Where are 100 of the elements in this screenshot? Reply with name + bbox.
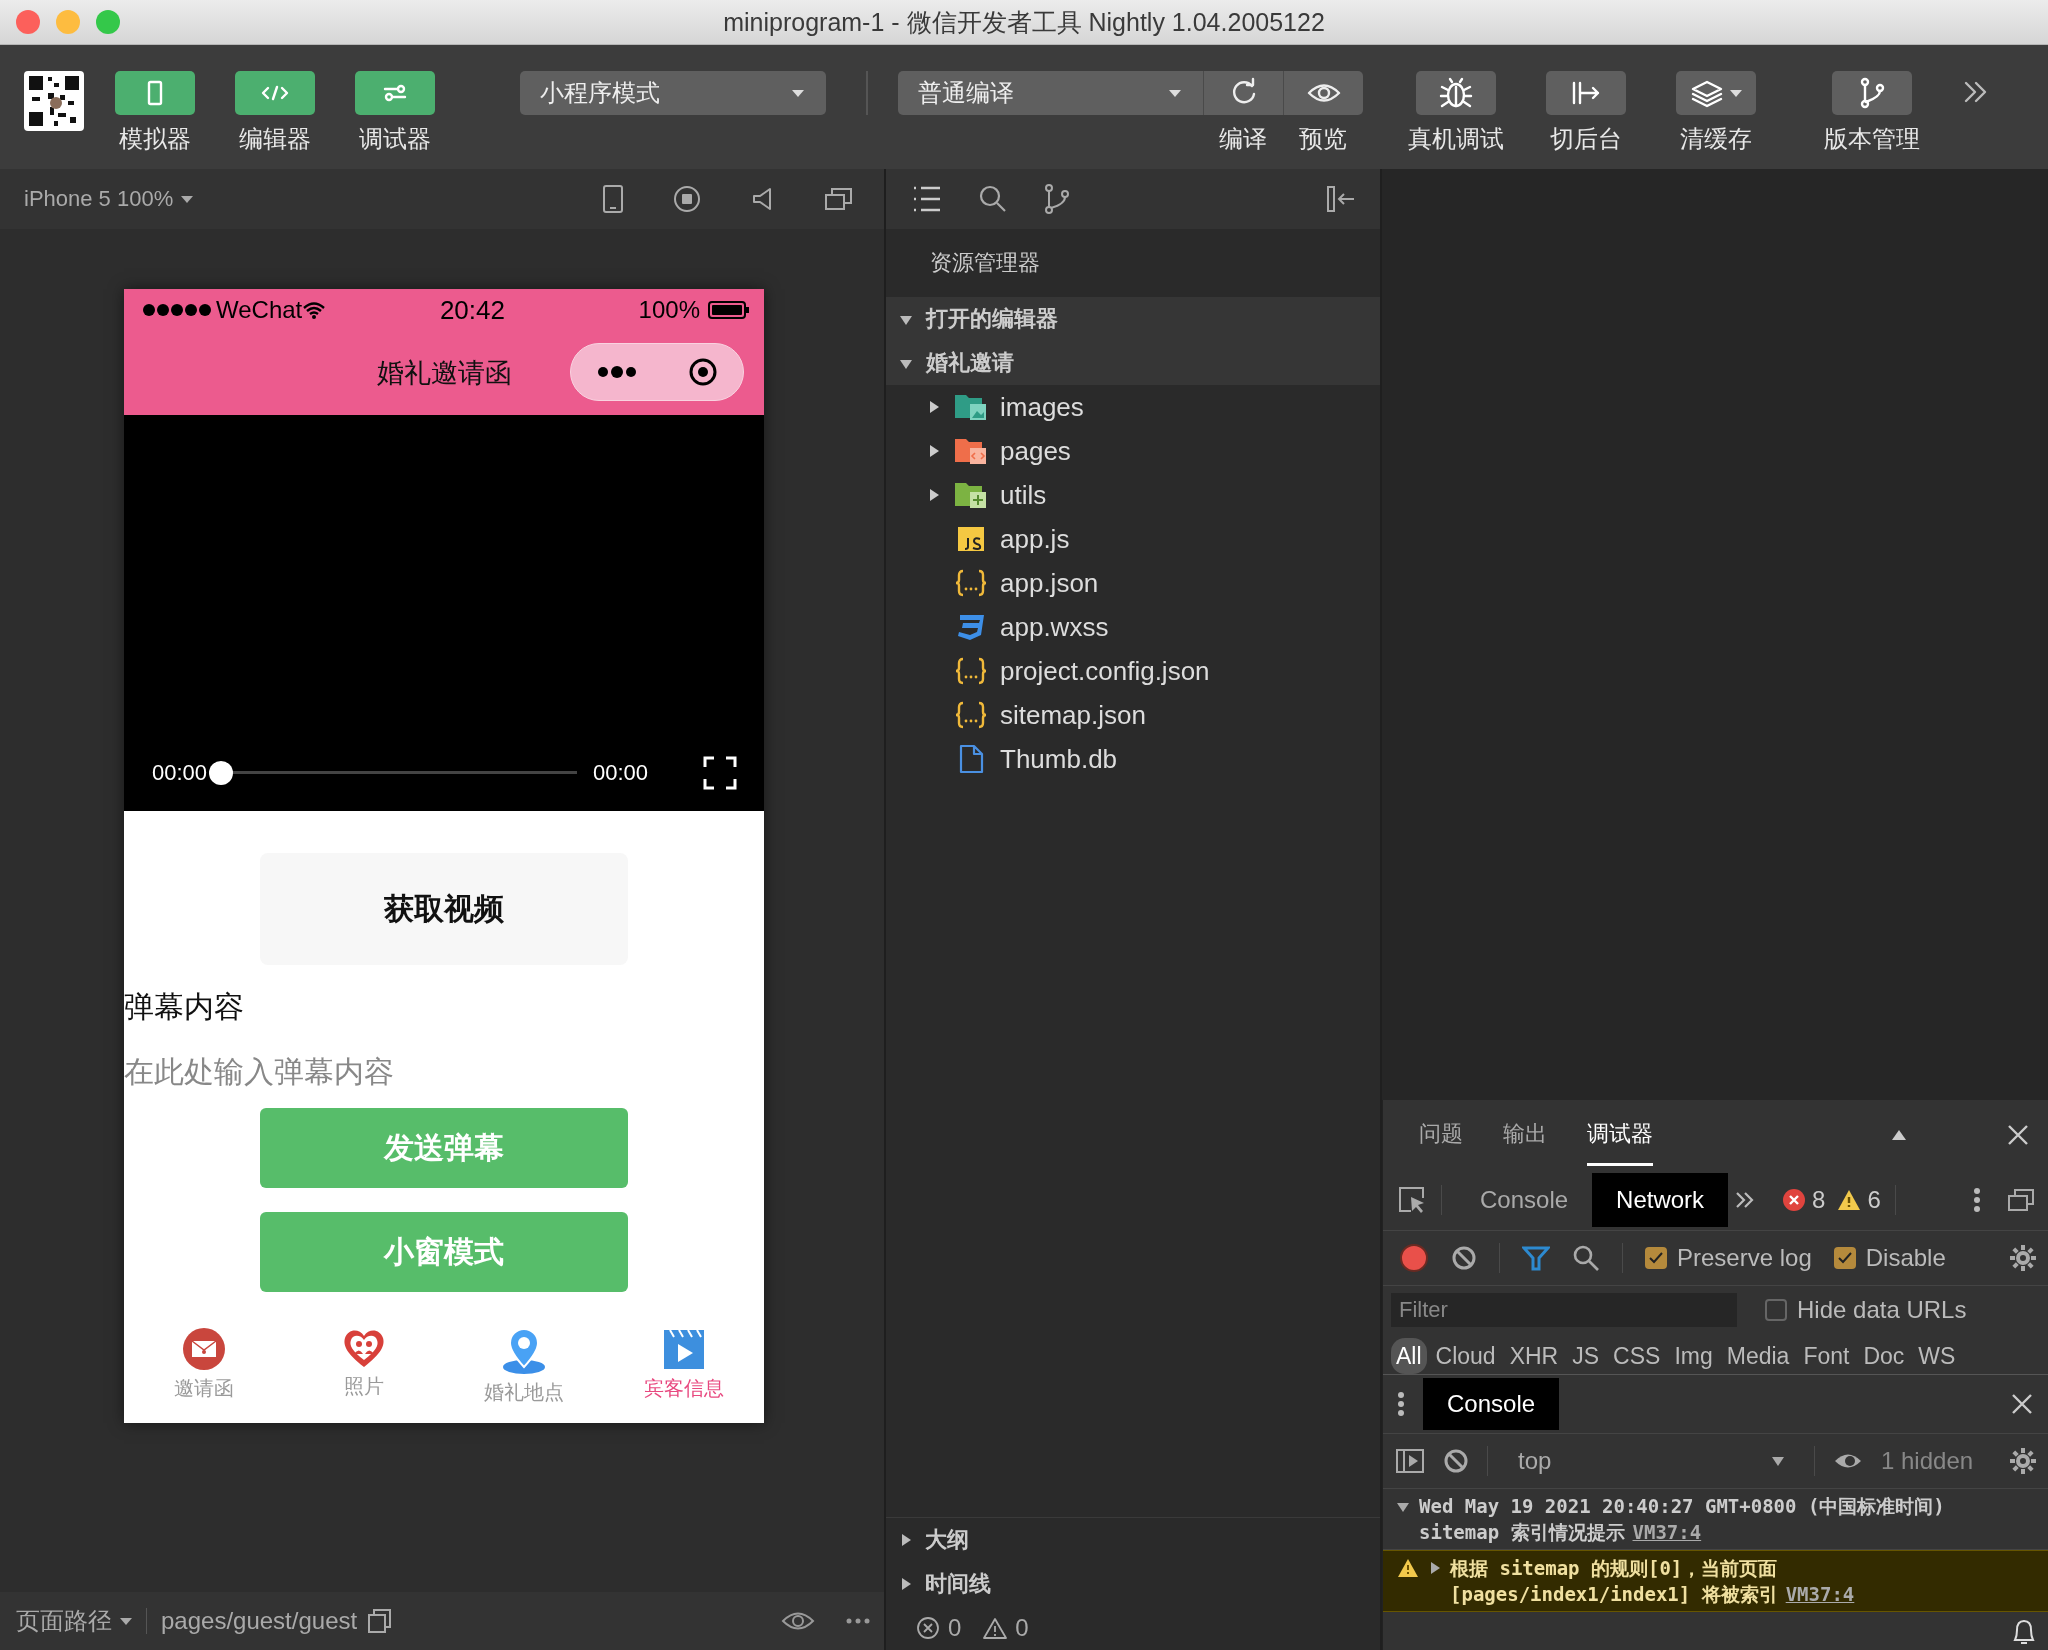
page-path-dropdown[interactable]: 页面路径 [16, 1605, 132, 1637]
tree-section-header[interactable]: 打开的编辑器 [886, 297, 1380, 341]
inspect-icon[interactable] [1397, 1185, 1427, 1215]
get-video-button[interactable]: 获取视频 [260, 853, 628, 965]
type-filter[interactable]: WS [1913, 1338, 1961, 1374]
maximize-icon[interactable] [1891, 1129, 1908, 1141]
toolbar-toggle[interactable] [355, 71, 435, 115]
progress-thumb[interactable] [209, 761, 234, 785]
file-item[interactable]: sitemap.json [886, 693, 1380, 737]
branch-icon[interactable] [1044, 184, 1070, 214]
checkbox[interactable] [1765, 1299, 1787, 1321]
type-filter[interactable]: Img [1669, 1338, 1718, 1374]
type-filter[interactable]: Media [1721, 1338, 1795, 1374]
type-filter[interactable]: CSS [1608, 1338, 1666, 1374]
file-item[interactable]: Thumb.db [886, 737, 1380, 781]
expanded-arrow-icon[interactable] [900, 359, 912, 369]
braces-icon [955, 700, 987, 730]
close-icon[interactable] [2011, 1393, 2034, 1415]
option-checkbox[interactable]: Preserve log [1645, 1244, 1812, 1272]
panel-tab[interactable]: 调试器 [1587, 1104, 1653, 1166]
undock-icon[interactable] [2007, 1188, 2036, 1212]
mode-dropdown[interactable]: 小程序模式 [520, 71, 826, 115]
battery-icon [708, 300, 750, 320]
type-filter[interactable]: Doc [1858, 1338, 1910, 1374]
wifi-icon [302, 300, 327, 320]
close-icon[interactable] [2007, 1124, 2030, 1146]
more-icon[interactable] [1397, 1391, 1405, 1417]
source-link[interactable]: VM37:4 [1632, 1521, 1702, 1543]
search-icon[interactable] [978, 184, 1008, 214]
option-checkbox[interactable]: Disable [1833, 1244, 1946, 1272]
collapsed-arrow-icon[interactable] [930, 489, 939, 501]
more-icon[interactable] [596, 365, 637, 379]
settings-icon[interactable] [2009, 1244, 2038, 1272]
toolbar-button[interactable] [1283, 71, 1363, 115]
phone-icon[interactable] [602, 184, 624, 214]
collapsed-arrow-icon[interactable] [1431, 1562, 1440, 1574]
settings-icon[interactable] [2009, 1447, 2038, 1475]
filter-icon[interactable] [1522, 1245, 1550, 1271]
sidebar-icon[interactable] [1395, 1448, 1425, 1474]
code-folder-icon [954, 436, 988, 466]
danmu-input[interactable]: 在此处输入弹幕内容 [124, 1046, 764, 1098]
file-item[interactable]: app.json [886, 561, 1380, 605]
toolbar-toggle[interactable] [115, 71, 195, 115]
tree-section-header[interactable]: 婚礼邀请 [886, 341, 1380, 385]
fullscreen-icon[interactable] [702, 755, 738, 791]
toolbar-button[interactable] [1546, 71, 1626, 115]
collapsed-arrow-icon[interactable] [930, 401, 939, 413]
toolbar-dropdown[interactable] [1676, 71, 1756, 115]
filter-field[interactable]: Filter [1391, 1293, 1737, 1327]
devtools-tab[interactable]: Network [1592, 1173, 1729, 1227]
folder-item[interactable]: images [886, 385, 1380, 429]
target-icon[interactable] [687, 357, 718, 387]
collapsed-arrow-icon[interactable] [902, 1578, 911, 1590]
panel-tab[interactable]: 输出 [1503, 1104, 1547, 1166]
qr-code-icon [24, 71, 84, 131]
panel-tab[interactable]: 问题 [1419, 1104, 1463, 1166]
toolbar-button[interactable] [1416, 71, 1496, 115]
more-icon[interactable] [1973, 1187, 1982, 1213]
compile-dropdown[interactable]: 普通编译 [898, 71, 1203, 115]
expanded-arrow-icon[interactable] [1397, 1503, 1409, 1512]
menu-icon[interactable] [912, 185, 942, 213]
file-item[interactable]: app.wxss [886, 605, 1380, 649]
context-dropdown[interactable]: top [1506, 1447, 1796, 1475]
devtools-tab[interactable]: Console [1456, 1173, 1593, 1227]
toolbar-toggle[interactable] [235, 71, 315, 115]
page-title: 婚礼邀请函 [376, 357, 512, 390]
type-filter[interactable]: JS [1567, 1338, 1605, 1374]
expanded-arrow-icon[interactable] [900, 315, 912, 325]
device-dropdown[interactable]: iPhone 5 100% [24, 186, 194, 212]
type-filter[interactable]: Cloud [1430, 1338, 1501, 1374]
tab-bar-item[interactable]: 宾客信息 [604, 1323, 764, 1423]
stop-icon[interactable] [672, 184, 702, 214]
folder-item[interactable]: utils [886, 473, 1380, 517]
tree-section-header[interactable]: 时间线 [886, 1562, 1380, 1606]
checkbox[interactable] [1645, 1247, 1667, 1269]
option-checkbox[interactable]: Hide data URLs [1765, 1296, 1967, 1324]
search-icon[interactable] [1572, 1244, 1600, 1272]
checkbox[interactable] [1833, 1247, 1856, 1269]
clear-icon[interactable] [1451, 1245, 1477, 1271]
drawer-tab[interactable]: Console [1423, 1378, 1560, 1430]
windows-icon[interactable] [824, 186, 854, 212]
folder-item[interactable]: pages [886, 429, 1380, 473]
collapsed-arrow-icon[interactable] [902, 1534, 911, 1546]
copy-icon[interactable] [367, 1608, 394, 1634]
type-filter[interactable]: XHR [1504, 1338, 1564, 1374]
record-icon[interactable] [1399, 1243, 1429, 1273]
collapsed-arrow-icon[interactable] [930, 445, 939, 457]
tree-section-header[interactable]: 大纲 [886, 1518, 1380, 1562]
duration: 00:00 [592, 760, 648, 786]
source-link[interactable]: VM37:4 [1785, 1583, 1855, 1605]
file-item[interactable]: app.js [886, 517, 1380, 561]
file-item[interactable]: project.config.json [886, 649, 1380, 693]
type-filter[interactable]: All [1391, 1338, 1427, 1374]
bug-icon [1438, 76, 1474, 110]
clear-icon[interactable] [1443, 1448, 1469, 1474]
toolbar-button[interactable] [1832, 71, 1912, 115]
toolbar-button[interactable] [1203, 71, 1283, 115]
type-filter[interactable]: Font [1798, 1338, 1855, 1374]
current-time: 00:00 [152, 760, 208, 786]
collapse-panel-icon[interactable] [1326, 185, 1356, 213]
